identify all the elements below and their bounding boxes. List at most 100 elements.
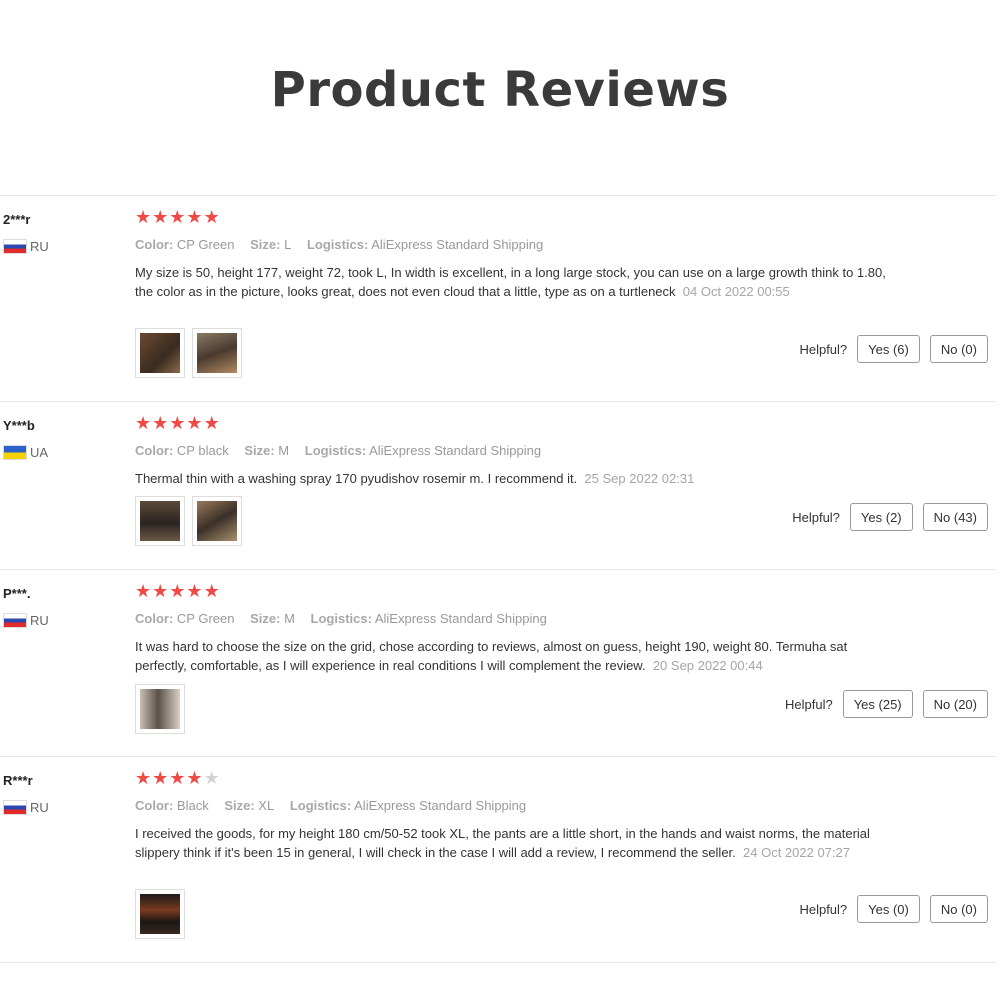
star-filled-icon: ★ bbox=[169, 207, 187, 228]
star-filled-icon: ★ bbox=[152, 207, 170, 228]
star-rating: ★★★★★ bbox=[135, 414, 221, 434]
star-filled-icon: ★ bbox=[135, 768, 153, 789]
helpful-no-button[interactable]: No (43) bbox=[922, 503, 988, 531]
size-label: Size: bbox=[224, 798, 255, 813]
size-value: XL bbox=[258, 798, 275, 813]
page-title: Product Reviews bbox=[270, 62, 730, 118]
color-label: Color: bbox=[135, 443, 174, 458]
star-filled-icon: ★ bbox=[186, 413, 204, 434]
star-filled-icon: ★ bbox=[186, 581, 204, 602]
review-date: 20 Sep 2022 00:44 bbox=[652, 658, 763, 673]
reviewer-country: UA bbox=[3, 445, 48, 460]
helpful-votes: Helpful? Yes (0) No (0) bbox=[799, 895, 988, 923]
logistics-value: AliExpress Standard Shipping bbox=[354, 798, 527, 813]
logistics-value: AliExpress Standard Shipping bbox=[374, 611, 547, 626]
star-filled-icon: ★ bbox=[169, 768, 187, 789]
helpful-votes: Helpful? Yes (2) No (43) bbox=[792, 503, 988, 531]
color-value: CP Green bbox=[176, 237, 235, 252]
helpful-no-button[interactable]: No (0) bbox=[929, 335, 988, 363]
review-attributes: Color: CP Green Size: L Logistics: AliEx… bbox=[135, 237, 543, 252]
review-item: P***. RU ★★★★★ Color: CP Green Size: M L… bbox=[0, 570, 1000, 756]
size-value: M bbox=[284, 611, 295, 626]
review-attributes: Color: CP black Size: M Logistics: AliEx… bbox=[135, 443, 541, 458]
logistics-value: AliExpress Standard Shipping bbox=[369, 443, 542, 458]
logistics-label: Logistics: bbox=[310, 611, 372, 626]
review-item: 2***r RU ★★★★★ Color: CP Green Size: L L… bbox=[0, 196, 1000, 402]
review-attributes: Color: CP Green Size: M Logistics: AliEx… bbox=[135, 611, 547, 626]
star-filled-icon: ★ bbox=[169, 413, 187, 434]
helpful-yes-button[interactable]: Yes (2) bbox=[849, 503, 913, 531]
reviewer-country: RU bbox=[3, 800, 49, 815]
color-label: Color: bbox=[135, 798, 174, 813]
helpful-label: Helpful? bbox=[799, 901, 848, 917]
reviewer-name: Y***b bbox=[3, 418, 35, 433]
helpful-no-button[interactable]: No (0) bbox=[929, 895, 988, 923]
ukraine-flag-icon bbox=[3, 445, 27, 460]
helpful-label: Helpful? bbox=[792, 509, 840, 525]
star-filled-icon: ★ bbox=[135, 207, 153, 228]
size-label: Size: bbox=[250, 237, 281, 252]
star-filled-icon: ★ bbox=[152, 581, 170, 602]
country-code: RU bbox=[30, 800, 49, 815]
star-filled-icon: ★ bbox=[135, 413, 153, 434]
helpful-yes-button[interactable]: Yes (6) bbox=[857, 335, 920, 363]
helpful-label: Helpful? bbox=[799, 341, 848, 357]
color-value: CP Green bbox=[176, 611, 235, 626]
review-photo[interactable] bbox=[192, 328, 242, 378]
helpful-yes-button[interactable]: Yes (25) bbox=[842, 690, 913, 718]
reviewer-country: RU bbox=[3, 239, 49, 254]
logistics-label: Logistics: bbox=[306, 237, 369, 252]
review-photos bbox=[135, 328, 242, 378]
star-empty-icon: ★ bbox=[203, 768, 221, 789]
helpful-votes: Helpful? Yes (6) No (0) bbox=[799, 335, 988, 363]
review-date: 04 Oct 2022 00:55 bbox=[682, 284, 790, 299]
russia-flag-icon bbox=[3, 239, 27, 254]
review-photo[interactable] bbox=[135, 328, 185, 378]
star-rating: ★★★★★ bbox=[135, 582, 221, 602]
logistics-value: AliExpress Standard Shipping bbox=[371, 237, 544, 252]
helpful-yes-button[interactable]: Yes (0) bbox=[857, 895, 920, 923]
size-value: M bbox=[278, 443, 290, 458]
review-date: 24 Oct 2022 07:27 bbox=[743, 845, 850, 860]
star-filled-icon: ★ bbox=[186, 207, 204, 228]
reviewer-name: P***. bbox=[3, 586, 31, 601]
color-label: Color: bbox=[135, 611, 174, 626]
size-label: Size: bbox=[250, 611, 281, 626]
review-photos bbox=[135, 684, 185, 734]
star-filled-icon: ★ bbox=[186, 768, 204, 789]
logistics-label: Logistics: bbox=[289, 798, 352, 813]
review-photo[interactable] bbox=[135, 496, 185, 546]
review-photos bbox=[135, 496, 242, 546]
reviewer-name: 2***r bbox=[3, 212, 31, 227]
helpful-label: Helpful? bbox=[785, 696, 833, 712]
star-rating: ★★★★★ bbox=[135, 769, 221, 789]
review-date: 25 Sep 2022 02:31 bbox=[584, 471, 695, 486]
helpful-no-button[interactable]: No (20) bbox=[922, 690, 988, 718]
review-item: R***r RU ★★★★★ Color: Black Size: XL Log… bbox=[0, 757, 1000, 963]
country-code: RU bbox=[30, 239, 49, 254]
star-filled-icon: ★ bbox=[203, 207, 221, 228]
review-photo[interactable] bbox=[192, 496, 242, 546]
review-text: My size is 50, height 177, weight 72, to… bbox=[135, 263, 895, 301]
review-photo[interactable] bbox=[135, 684, 185, 734]
review-photos bbox=[135, 889, 185, 939]
star-filled-icon: ★ bbox=[203, 413, 221, 434]
star-rating: ★★★★★ bbox=[135, 208, 221, 228]
review-text: It was hard to choose the size on the gr… bbox=[135, 637, 895, 675]
review-text: Thermal thin with a washing spray 170 py… bbox=[135, 469, 895, 488]
divider bbox=[0, 962, 996, 963]
russia-flag-icon bbox=[3, 613, 27, 628]
size-value: L bbox=[284, 237, 292, 252]
russia-flag-icon bbox=[3, 800, 27, 815]
helpful-votes: Helpful? Yes (25) No (20) bbox=[785, 690, 988, 718]
reviewer-name: R***r bbox=[3, 773, 33, 788]
review-attributes: Color: Black Size: XL Logistics: AliExpr… bbox=[135, 798, 526, 813]
review-text: I received the goods, for my height 180 … bbox=[135, 824, 895, 862]
size-label: Size: bbox=[244, 443, 275, 458]
star-filled-icon: ★ bbox=[169, 581, 187, 602]
review-item: Y***b UA ★★★★★ Color: CP black Size: M L… bbox=[0, 402, 1000, 570]
reviewer-country: RU bbox=[3, 613, 49, 628]
country-code: UA bbox=[30, 445, 49, 460]
star-filled-icon: ★ bbox=[135, 581, 153, 602]
review-photo[interactable] bbox=[135, 889, 185, 939]
